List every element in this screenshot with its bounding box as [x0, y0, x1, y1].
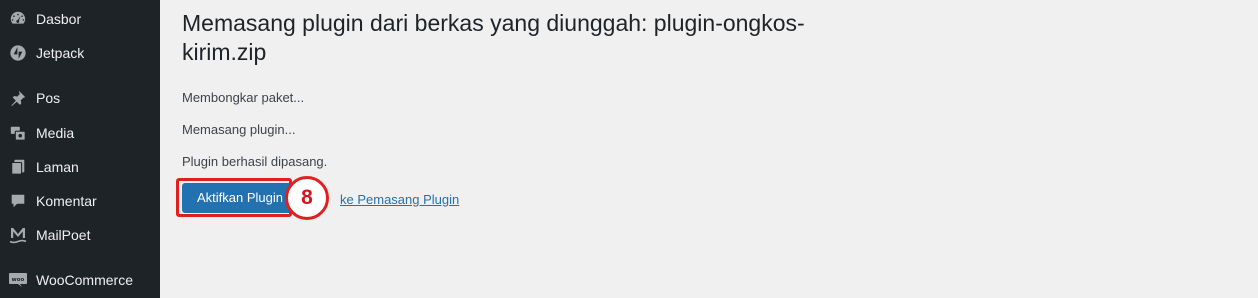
media-icon: [8, 123, 28, 143]
sidebar-item-dasbor[interactable]: Dasbor: [0, 4, 160, 34]
sidebar-item-label: Laman: [36, 159, 79, 175]
sidebar-item-media[interactable]: Media: [0, 118, 160, 148]
status-message: Plugin berhasil dipasang.: [182, 154, 328, 169]
dashboard-icon: [8, 9, 28, 29]
woocommerce-icon: woo: [8, 270, 28, 290]
pin-icon: [8, 88, 28, 108]
sidebar-item-label: MailPoet: [36, 227, 91, 243]
sidebar-item-mailpoet[interactable]: MailPoet: [0, 220, 160, 250]
sidebar-item-komentar[interactable]: Komentar: [0, 186, 160, 216]
highlight-box: [176, 178, 292, 217]
page-icon: [8, 157, 28, 177]
comment-icon: [8, 191, 28, 211]
sidebar-item-woocommerce[interactable]: woo WooCommerce: [0, 265, 160, 295]
sidebar-item-label: Pos: [36, 90, 61, 106]
main-content: Memasang plugin dari berkas yang diungga…: [182, 0, 1258, 298]
status-message: Memasang plugin...: [182, 122, 296, 137]
status-message: Membongkar paket...: [182, 90, 305, 105]
sidebar-item-label: Media: [36, 125, 75, 141]
sidebar-item-pos[interactable]: Pos: [0, 83, 160, 113]
sidebar-item-label: WooCommerce: [36, 272, 133, 288]
mailpoet-icon: [8, 225, 28, 245]
sidebar-item-laman[interactable]: Laman: [0, 152, 160, 182]
sidebar-item-jetpack[interactable]: Jetpack: [0, 38, 160, 68]
sidebar-item-label: Jetpack: [36, 45, 85, 61]
sidebar-item-label: Komentar: [36, 193, 97, 209]
page-title: Memasang plugin dari berkas yang diungga…: [182, 10, 805, 65]
svg-text:woo: woo: [12, 277, 25, 283]
step-number-badge: 8: [285, 176, 329, 220]
sidebar-item-label: Dasbor: [36, 11, 82, 27]
admin-sidebar: Dasbor Jetpack Pos Media Laman Komentar: [0, 0, 160, 298]
jetpack-icon: [8, 43, 28, 63]
return-to-plugin-installer-link[interactable]: ke Pemasang Plugin: [340, 192, 459, 207]
